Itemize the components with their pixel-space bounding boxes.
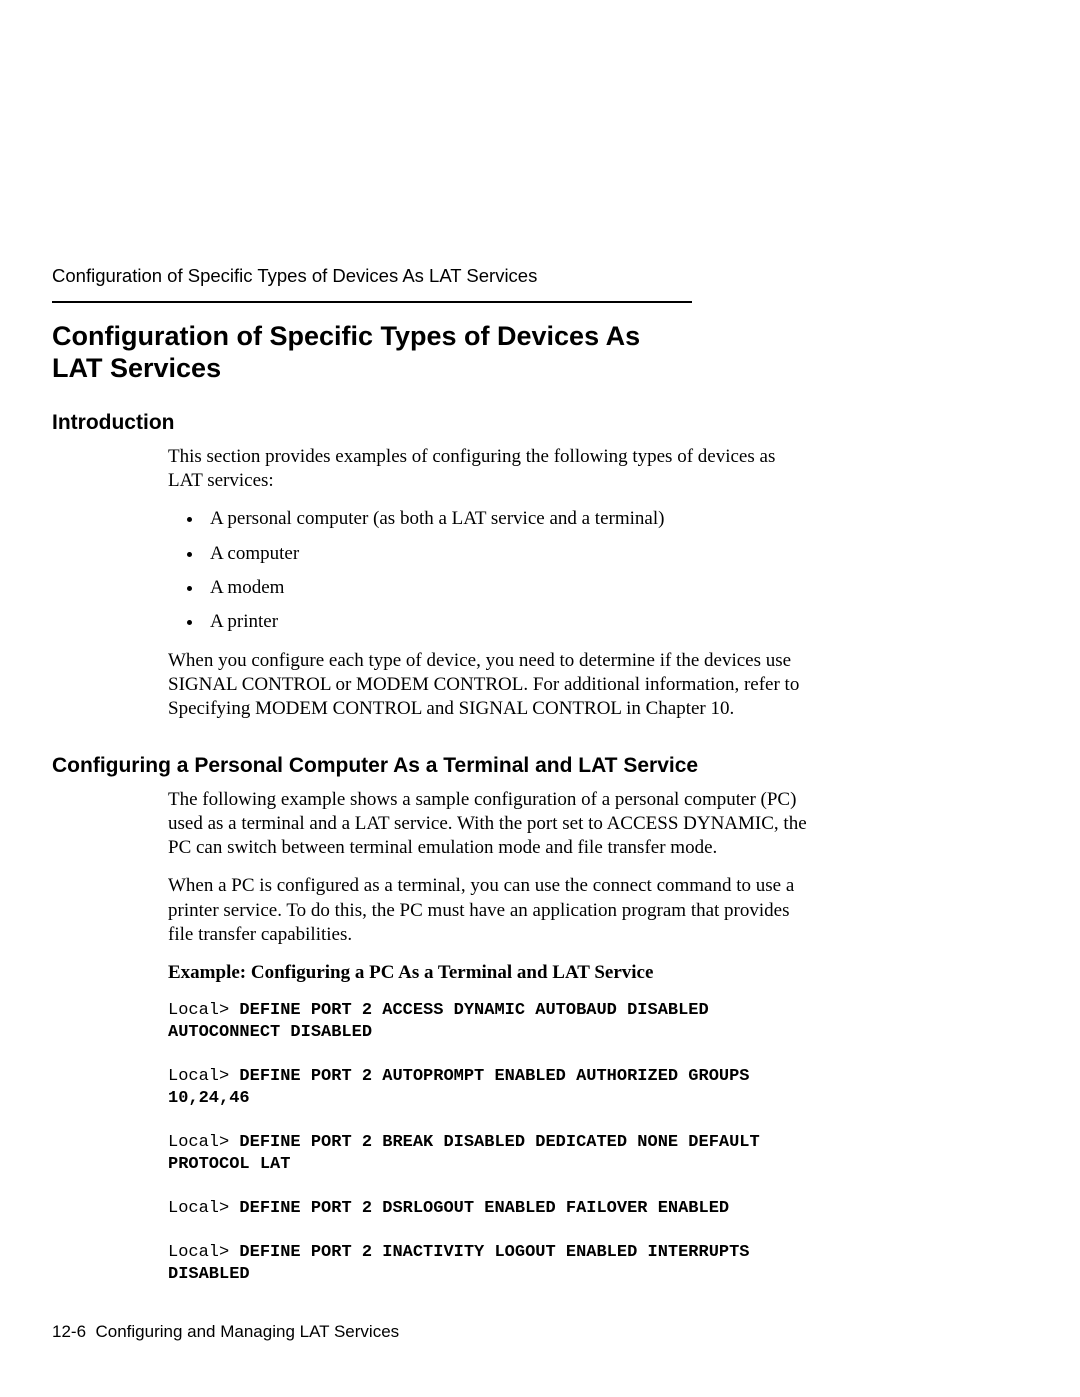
intro-bullet-list: A personal computer (as both a LAT servi… — [168, 507, 808, 634]
code-block: Local> DEFINE PORT 2 AUTOPROMPT ENABLED … — [168, 1066, 808, 1110]
page-footer: 12-6 Configuring and Managing LAT Servic… — [52, 1322, 399, 1342]
command: DEFINE PORT 2 BREAK DISABLED DEDICATED N… — [168, 1133, 760, 1174]
list-item: A computer — [204, 542, 808, 566]
prompt: Local> — [168, 1133, 239, 1152]
example-title: Example: Configuring a PC As a Terminal … — [168, 961, 808, 985]
prompt: Local> — [168, 1243, 239, 1262]
code-block: Local> DEFINE PORT 2 ACCESS DYNAMIC AUTO… — [168, 1000, 808, 1044]
command: DEFINE PORT 2 AUTOPROMPT ENABLED AUTHORI… — [168, 1067, 750, 1108]
list-item: A printer — [204, 610, 808, 634]
list-item: A personal computer (as both a LAT servi… — [204, 507, 808, 531]
footer-title: Configuring and Managing LAT Services — [95, 1322, 399, 1341]
command: DEFINE PORT 2 ACCESS DYNAMIC AUTOBAUD DI… — [168, 1001, 709, 1042]
command: DEFINE PORT 2 INACTIVITY LOGOUT ENABLED … — [168, 1243, 750, 1284]
configpc-paragraph-2: When a PC is configured as a terminal, y… — [168, 874, 808, 947]
intro-paragraph-2: When you configure each type of device, … — [168, 649, 808, 722]
section-heading-config-pc: Configuring a Personal Computer As a Ter… — [52, 754, 950, 778]
running-head: Configuration of Specific Types of Devic… — [52, 265, 950, 287]
page-number: 12-6 — [52, 1322, 86, 1341]
configpc-paragraph-1: The following example shows a sample con… — [168, 788, 808, 861]
prompt: Local> — [168, 1199, 239, 1218]
section-heading-introduction: Introduction — [52, 411, 950, 435]
prompt: Local> — [168, 1067, 239, 1086]
list-item: A modem — [204, 576, 808, 600]
page: Configuration of Specific Types of Devic… — [0, 0, 1080, 1287]
page-title: Configuration of Specific Types of Devic… — [52, 321, 692, 385]
rule — [52, 301, 692, 303]
code-block: Local> DEFINE PORT 2 BREAK DISABLED DEDI… — [168, 1132, 808, 1176]
intro-paragraph-1: This section provides examples of config… — [168, 445, 808, 494]
prompt: Local> — [168, 1001, 239, 1020]
code-block: Local> DEFINE PORT 2 INACTIVITY LOGOUT E… — [168, 1242, 808, 1286]
intro-body: This section provides examples of config… — [168, 445, 808, 722]
command: DEFINE PORT 2 DSRLOGOUT ENABLED FAILOVER… — [239, 1199, 729, 1218]
configpc-body: The following example shows a sample con… — [168, 788, 808, 1287]
code-block: Local> DEFINE PORT 2 DSRLOGOUT ENABLED F… — [168, 1198, 808, 1220]
